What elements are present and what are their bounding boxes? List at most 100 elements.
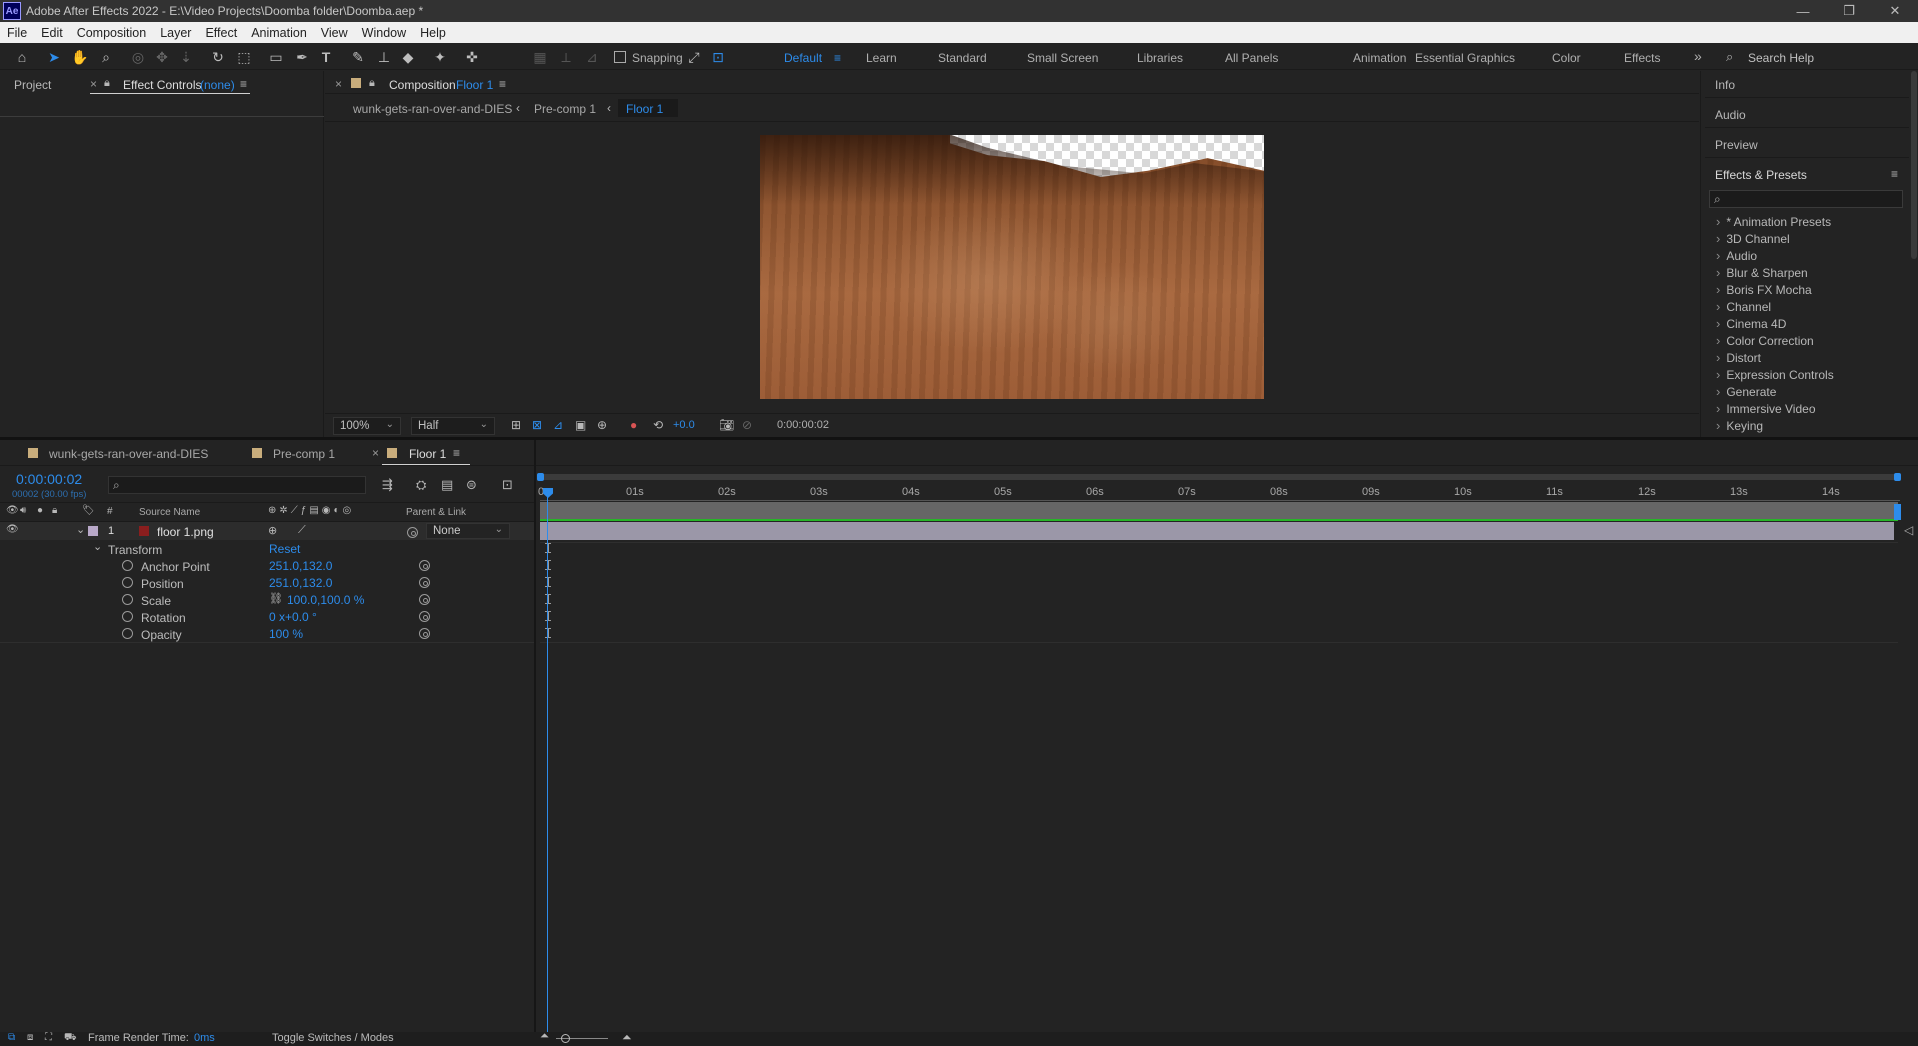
panel-menu-icon[interactable]: ≡ — [499, 77, 506, 91]
anchor-point-value[interactable]: 251.0,132.0 — [269, 559, 332, 573]
zoom-tool-icon[interactable]: ⌕ — [96, 47, 116, 67]
timeline-tab-precomp[interactable]: Pre-comp 1 — [273, 447, 335, 461]
workspace-all-panels[interactable]: All Panels — [1225, 51, 1278, 65]
pan-camera-icon[interactable]: ✥ — [152, 47, 172, 67]
draft-3d-icon[interactable]: ⛭ — [416, 477, 426, 493]
effects-category[interactable]: 3D Channel — [1716, 231, 1789, 246]
current-time-display[interactable]: 0:00:00:02 — [16, 471, 82, 487]
menu-help[interactable]: Help — [413, 26, 453, 40]
effects-category[interactable]: Generate — [1716, 384, 1776, 399]
home-icon[interactable]: ⌂ — [12, 47, 32, 67]
timeline-tab-main[interactable]: wunk-gets-ran-over-and-DIES — [49, 447, 208, 461]
menu-composition[interactable]: Composition — [70, 26, 153, 40]
snap-features-icon[interactable]: ⊡ — [708, 47, 728, 67]
info-panel-header[interactable]: Info — [1715, 78, 1735, 92]
transparency-grid-icon[interactable]: ⊠ — [532, 418, 542, 432]
rotation-value[interactable]: 0 x+0.0 ° — [269, 610, 317, 624]
collapse-transform-icon[interactable]: ⊕ — [268, 524, 277, 537]
close-tab-icon[interactable]: × — [372, 446, 379, 460]
layer-switches-toggle-icon[interactable]: ⧉ — [8, 1032, 15, 1043]
effects-category[interactable]: Keying — [1716, 418, 1763, 433]
pen-tool-icon[interactable]: ✒ — [292, 47, 312, 67]
expression-pick-whip-icon[interactable] — [419, 577, 430, 588]
transform-reset-link[interactable]: Reset — [269, 542, 300, 556]
audio-panel-header[interactable]: Audio — [1715, 108, 1746, 122]
exposure-reset-icon[interactable]: ⟲ — [653, 418, 663, 432]
stopwatch-icon[interactable] — [122, 577, 133, 588]
toggle-switches-modes-button[interactable]: Toggle Switches / Modes — [272, 1032, 394, 1044]
effects-category[interactable]: Distort — [1716, 350, 1761, 365]
parent-link-header[interactable]: Parent & Link — [406, 507, 466, 518]
effects-category[interactable]: Expression Controls — [1716, 367, 1833, 382]
chevron-down-icon[interactable]: ⌄ — [76, 523, 85, 536]
timeline-search-input[interactable]: ⌕ — [108, 476, 366, 494]
search-help-input[interactable]: Search Help — [1748, 51, 1814, 65]
menu-effect[interactable]: Effect — [198, 26, 244, 40]
effects-category[interactable]: Color Correction — [1716, 333, 1813, 348]
workspace-color[interactable]: Color — [1552, 51, 1581, 65]
composition-viewer[interactable] — [760, 135, 1264, 399]
scale-value[interactable]: 100.0,100.0 % — [287, 593, 364, 607]
layer-visibility-icon[interactable]: 👁︎ — [6, 524, 19, 535]
region-of-interest-icon[interactable]: ▣ — [575, 418, 586, 432]
puppet-tool-icon[interactable]: ✜ — [462, 47, 482, 67]
align-icon[interactable]: ▦ — [530, 47, 550, 67]
menu-edit[interactable]: Edit — [34, 26, 70, 40]
effects-category[interactable]: Immersive Video — [1716, 401, 1815, 416]
brush-tool-icon[interactable]: ✎ — [348, 47, 368, 67]
fast-previews-icon[interactable]: ⊞ — [511, 418, 521, 432]
menu-file[interactable]: File — [0, 26, 34, 40]
close-tab-icon[interactable]: × — [335, 77, 342, 91]
render-time-toggle-icon[interactable]: ⛟ — [64, 1032, 77, 1045]
transfer-controls-toggle-icon[interactable]: ⧈ — [27, 1032, 33, 1043]
workspace-default[interactable]: Default — [784, 51, 822, 65]
close-button[interactable]: ✕ — [1872, 0, 1918, 22]
roto-brush-tool-icon[interactable]: ✦ — [430, 47, 450, 67]
work-area-bar[interactable] — [538, 474, 1900, 480]
chevron-down-icon[interactable]: ⌄ — [93, 540, 102, 553]
layer-end-arrow-icon[interactable]: ◁ — [1904, 523, 1913, 537]
eraser-tool-icon[interactable]: ◆ — [398, 47, 418, 67]
layer-color-label[interactable] — [88, 526, 98, 536]
quality-icon[interactable]: ⟋ — [298, 524, 306, 537]
stopwatch-icon[interactable] — [122, 611, 133, 622]
timeline-tab-floor[interactable]: Floor 1 — [409, 447, 446, 461]
layer-name[interactable]: floor 1.png — [157, 525, 214, 539]
effects-search-input[interactable]: ⌕ — [1709, 190, 1903, 208]
work-area-end-handle[interactable] — [1894, 473, 1901, 481]
timeline-splitter[interactable] — [534, 440, 536, 1032]
restore-button[interactable]: ❐ — [1826, 0, 1872, 22]
tab-project[interactable]: Project — [14, 78, 51, 92]
workspace-effects[interactable]: Effects — [1624, 51, 1660, 65]
axis-icon[interactable]: ⟂ — [556, 47, 576, 67]
playhead-line[interactable] — [547, 496, 548, 1032]
timeline-zoom-slider-handle[interactable] — [561, 1034, 570, 1043]
source-name-header[interactable]: Source Name — [139, 507, 200, 518]
selection-tool-icon[interactable]: ➤ — [44, 47, 64, 67]
shy-layers-icon[interactable]: ▤ — [441, 477, 453, 493]
frame-blending-icon[interactable]: ⊜ — [466, 477, 477, 493]
comp-end-marker[interactable] — [1894, 504, 1901, 520]
rectangle-tool-icon[interactable]: ▭ — [266, 47, 286, 67]
orbit-camera-icon[interactable]: ◎ — [128, 47, 148, 67]
work-area-start-handle[interactable] — [537, 473, 544, 481]
effects-presets-header[interactable]: Effects & Presets — [1715, 168, 1807, 182]
graph-editor-icon[interactable]: ⊡ — [502, 477, 513, 493]
in-out-toggle-icon[interactable]: ⛶ — [45, 1032, 52, 1043]
grid-guides-icon[interactable]: ⊕ — [597, 418, 607, 432]
snap-edges-icon[interactable]: ⤢ — [684, 47, 704, 67]
composition-tab-label[interactable]: Composition — [389, 78, 456, 92]
dolly-camera-icon[interactable]: ⇣ — [176, 47, 196, 67]
effects-category[interactable]: Channel — [1716, 299, 1771, 314]
clone-stamp-tool-icon[interactable]: ⊥ — [374, 47, 394, 67]
comp-mini-flowchart-icon[interactable]: ⇶ — [382, 477, 393, 493]
expression-pick-whip-icon[interactable] — [419, 560, 430, 571]
panel-menu-icon[interactable]: ≡ — [453, 446, 460, 460]
show-snapshot-icon[interactable]: ⊘ — [742, 418, 752, 432]
viewer-timecode[interactable]: 0:00:00:02 — [777, 419, 829, 431]
workspace-learn[interactable]: Learn — [866, 51, 897, 65]
tab-effect-controls[interactable]: Effect Controls — [123, 78, 201, 92]
resolution-dropdown[interactable]: Half ⌄ — [411, 417, 495, 435]
layer-duration-bar[interactable] — [540, 522, 1894, 540]
menu-layer[interactable]: Layer — [153, 26, 198, 40]
